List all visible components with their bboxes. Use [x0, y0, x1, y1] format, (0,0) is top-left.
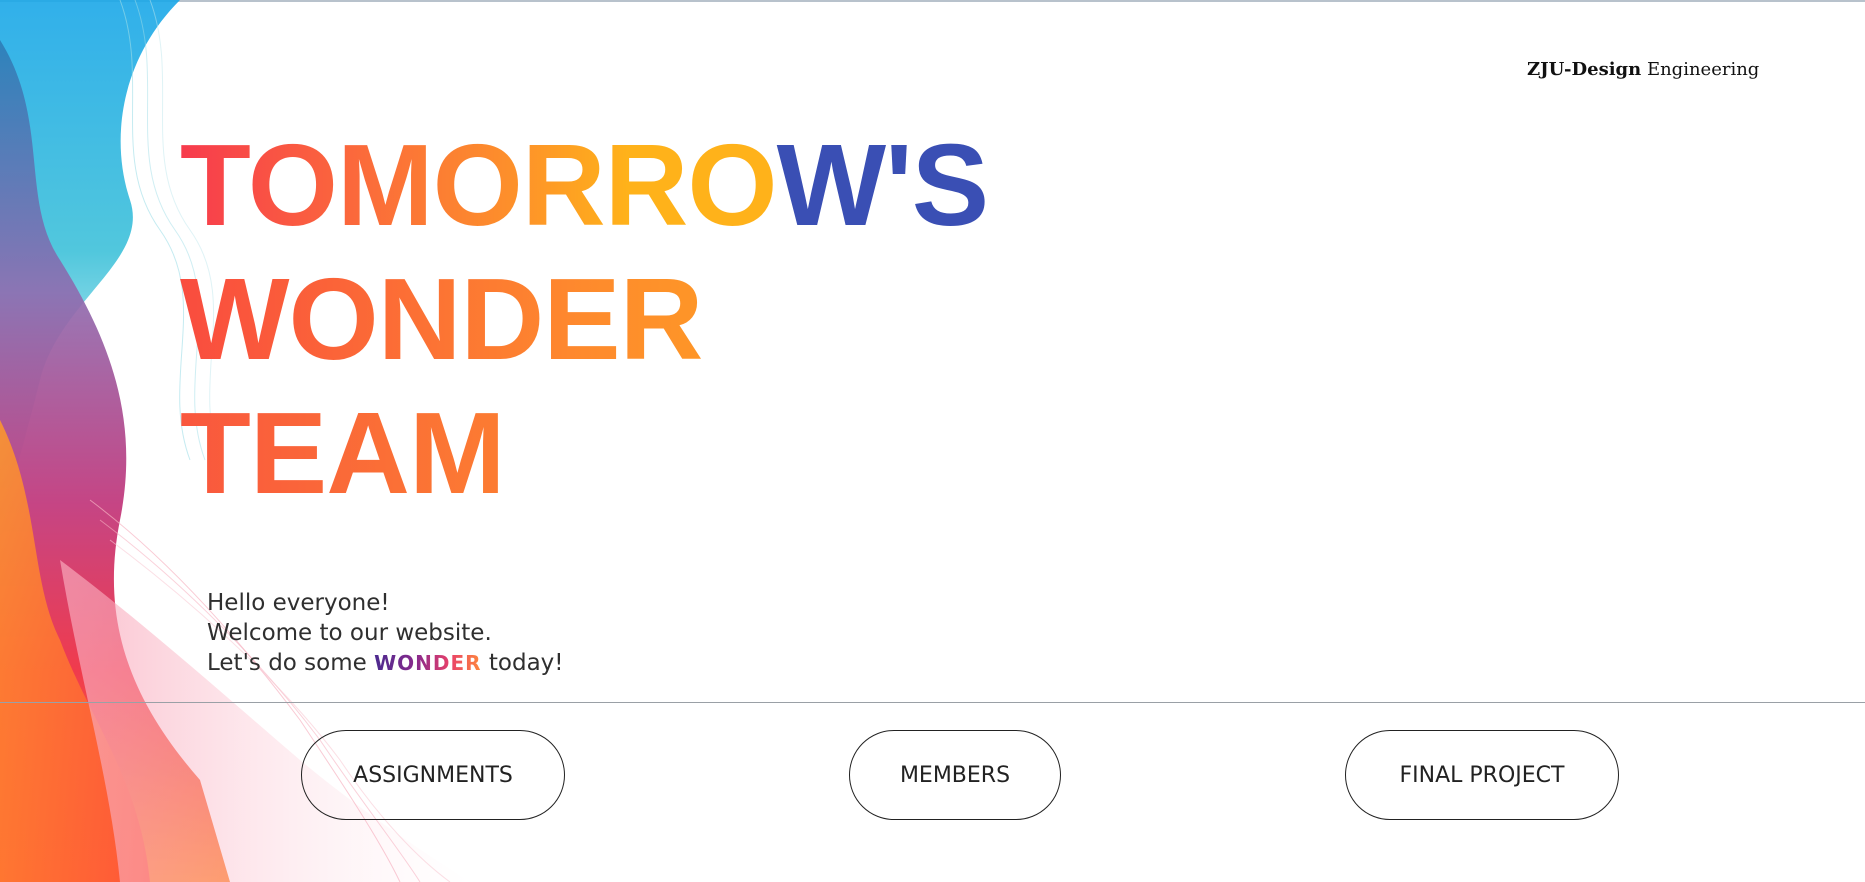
headline-line-1: TOMORROW'S [180, 118, 989, 252]
welcome-line-2: Welcome to our website. [207, 620, 492, 646]
hero-headline: TOMORROW'S WONDER TEAM [180, 118, 989, 520]
headline-line-2: WONDER [180, 252, 988, 386]
members-button[interactable]: MEMBERS [849, 730, 1061, 820]
brand-regular: Engineering [1641, 59, 1760, 80]
welcome-line-3-prefix: Let's do some [207, 650, 375, 676]
brand-bold: ZJU-Design [1527, 59, 1642, 80]
landing-page: ZJU-Design Engineering TOMORROW'S WONDER… [0, 0, 1865, 882]
brand-name: ZJU-Design Engineering [1527, 59, 1759, 80]
headline-word-tomorro: TOMORRO [180, 120, 778, 250]
welcome-line-3: Let's do some WONDER today! [207, 648, 564, 678]
headline-line-3: TEAM [180, 386, 988, 520]
welcome-message: Hello everyone! Welcome to our website. … [207, 588, 564, 678]
assignments-button[interactable]: ASSIGNMENTS [301, 730, 565, 820]
wonder-highlight: WONDER [374, 651, 482, 675]
welcome-line-3-suffix: today! [481, 650, 564, 676]
headline-word-ws: W'S [776, 120, 989, 250]
final-project-button[interactable]: FINAL PROJECT [1345, 730, 1619, 820]
welcome-line-1: Hello everyone! [207, 590, 390, 616]
section-divider [0, 702, 1865, 703]
